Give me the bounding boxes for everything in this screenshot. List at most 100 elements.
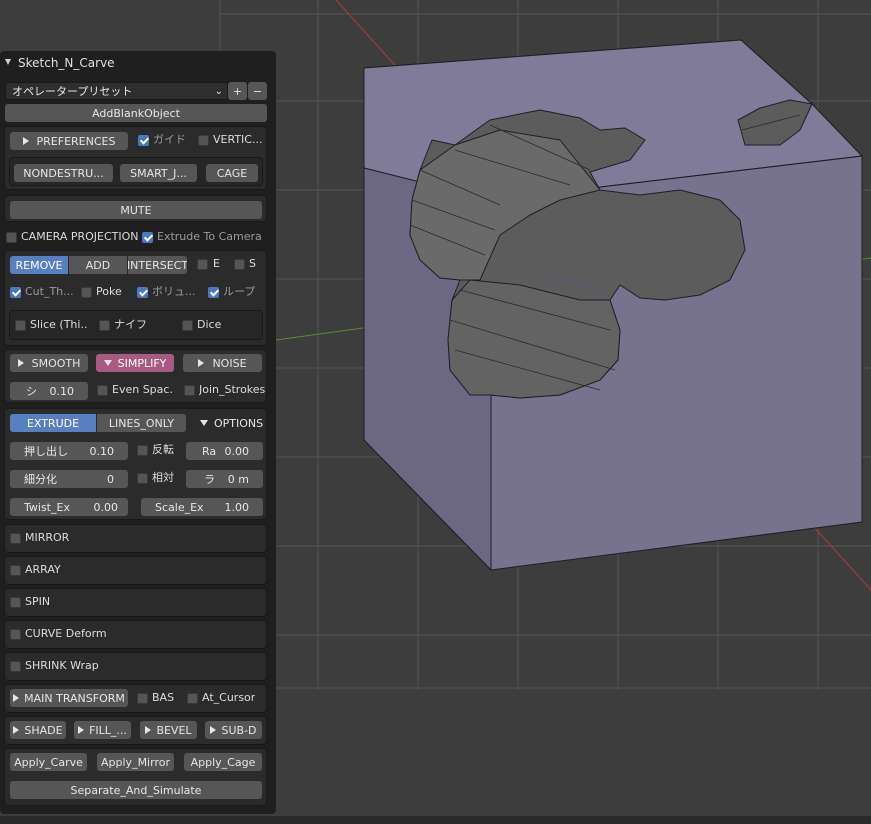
sketch-n-carve-panel: Sketch_N_Carve オペレータープリセット ⌄ + − AddBlan… [0,51,276,814]
camera-projection-checkbox[interactable] [6,232,17,243]
bas-checkbox[interactable] [137,693,148,704]
add-blank-object-button[interactable]: AddBlankObject [5,104,267,122]
options-label: OPTIONS [214,416,264,430]
s-label: S [249,257,256,270]
remove-mode-button[interactable]: REMOVE [10,256,68,274]
knife-checkbox[interactable] [99,320,110,331]
expand-icon [17,359,24,367]
noise-button[interactable]: NOISE [183,354,262,372]
array-checkbox[interactable] [10,565,21,576]
relative-checkbox[interactable] [137,473,148,484]
intersect-mode-button[interactable]: INTERSECT [128,256,187,274]
ra-field[interactable]: Ra 0.00 [186,442,263,460]
vertic-checkbox[interactable] [198,135,209,146]
mirror-checkbox[interactable] [10,533,21,544]
loop-checkbox[interactable] [208,287,219,298]
chevron-down-icon: ⌄ [214,86,223,97]
expand-icon [22,137,29,145]
separate-and-simulate-button[interactable]: Separate_And_Simulate [10,781,262,799]
s-checkbox[interactable] [234,259,245,270]
cut-through-label: Cut_Th... [25,285,74,298]
poke-checkbox[interactable] [81,287,92,298]
twist-field[interactable]: Twist_Ex 0.00 [10,498,128,516]
vertic-label: VERTIC... [213,133,263,146]
at-cursor-label: At_Cursor [202,691,256,704]
bevel-button[interactable]: BEVEL [140,721,197,739]
add-mode-button[interactable]: ADD [69,256,127,274]
subdivision-field[interactable]: 細分化 0 [10,470,128,488]
at-cursor-checkbox[interactable] [187,693,198,704]
collapse-icon [200,420,208,426]
even-spacing-checkbox[interactable] [97,385,108,396]
shade-button[interactable]: SHADE [10,721,66,739]
e-label: E [213,257,220,270]
expand-icon [198,359,205,367]
add-preset-button[interactable]: + [228,82,247,100]
shrink-label: SHRINK Wrap [25,659,99,672]
preset-value: オペレータープリセット [12,85,133,98]
field-value: 0.10 [49,384,75,398]
collapse-icon [103,360,112,366]
dice-checkbox[interactable] [182,320,193,331]
mute-button[interactable]: MUTE [10,201,262,219]
subd-button[interactable]: SUB-D [205,721,262,739]
mode-cage-button[interactable]: CAGE [206,164,258,182]
invert-checkbox[interactable] [137,445,148,456]
bas-label: BAS [152,691,175,704]
options-toggle[interactable]: OPTIONS [200,414,264,432]
dice-label: Dice [197,318,222,331]
camera-projection-label: CAMERA PROJECTION [21,230,139,243]
knife-label: ナイフ [114,318,147,331]
mode-smart-button[interactable]: SMART_J... [120,164,197,182]
simplify-factor-field[interactable]: シ 0.10 [10,382,88,400]
poke-label: Poke [96,285,122,298]
guide-label: ガイド [153,133,186,146]
slice-label: Slice (Thi... [30,318,88,331]
extrude-to-camera-checkbox[interactable] [142,232,153,243]
mode-nondestructive-button[interactable]: NONDESTRU... [14,164,113,182]
smooth-button[interactable]: SMOOTH [10,354,88,372]
mirror-label: MIRROR [25,531,70,544]
preferences-button[interactable]: PREFERENCES [10,132,128,150]
simplify-button[interactable]: SIMPLIFY [96,354,174,372]
lines-only-button[interactable]: LINES_ONLY [97,414,186,432]
volume-checkbox[interactable] [137,287,148,298]
extrude-button[interactable]: EXTRUDE [10,414,96,432]
join-strokes-checkbox[interactable] [184,385,195,396]
extrude-to-camera-label: Extrude To Camera [157,230,262,243]
loop-label: ループ [223,285,256,298]
spin-label: SPIN [25,595,51,608]
main-transform-button[interactable]: MAIN TRANSFORM [10,689,128,707]
expand-icon [13,694,20,702]
field-label: シ [26,385,37,398]
expand-icon [145,726,152,734]
apply-cage-button[interactable]: Apply_Cage [184,753,262,771]
spin-checkbox[interactable] [10,597,21,608]
guide-checkbox[interactable] [138,135,149,146]
cut-through-checkbox[interactable] [10,287,21,298]
expand-icon [13,726,20,734]
curve-checkbox[interactable] [10,629,21,640]
carved-cube [363,39,863,571]
apply-carve-button[interactable]: Apply_Carve [10,753,87,771]
join-strokes-label: Join_Strokes [199,383,266,396]
shrink-checkbox[interactable] [10,661,21,672]
remove-preset-button[interactable]: − [248,82,267,100]
slice-checkbox[interactable] [15,320,26,331]
fill-button[interactable]: FILL_... [74,721,131,739]
panel-title: Sketch_N_Carve [18,56,115,70]
curve-label: CURVE Deform [25,627,107,640]
e-checkbox[interactable] [197,259,208,270]
operator-preset-select[interactable]: オペレータープリセット ⌄ [5,82,228,100]
apply-mirror-button[interactable]: Apply_Mirror [97,753,174,771]
expand-icon [78,726,85,734]
relative-label: 相対 [152,471,174,484]
collapse-panel-icon[interactable] [5,59,11,65]
ra2-field[interactable]: ラ 0 m [186,470,263,488]
volume-label: ボリュ... [152,285,196,298]
scale-field[interactable]: Scale_Ex 1.00 [141,498,263,516]
array-label: ARRAY [25,563,61,576]
extrude-amount-field[interactable]: 押し出し 0.10 [10,442,128,460]
even-spacing-label: Even Spac... [112,383,172,396]
invert-label: 反転 [152,443,174,456]
